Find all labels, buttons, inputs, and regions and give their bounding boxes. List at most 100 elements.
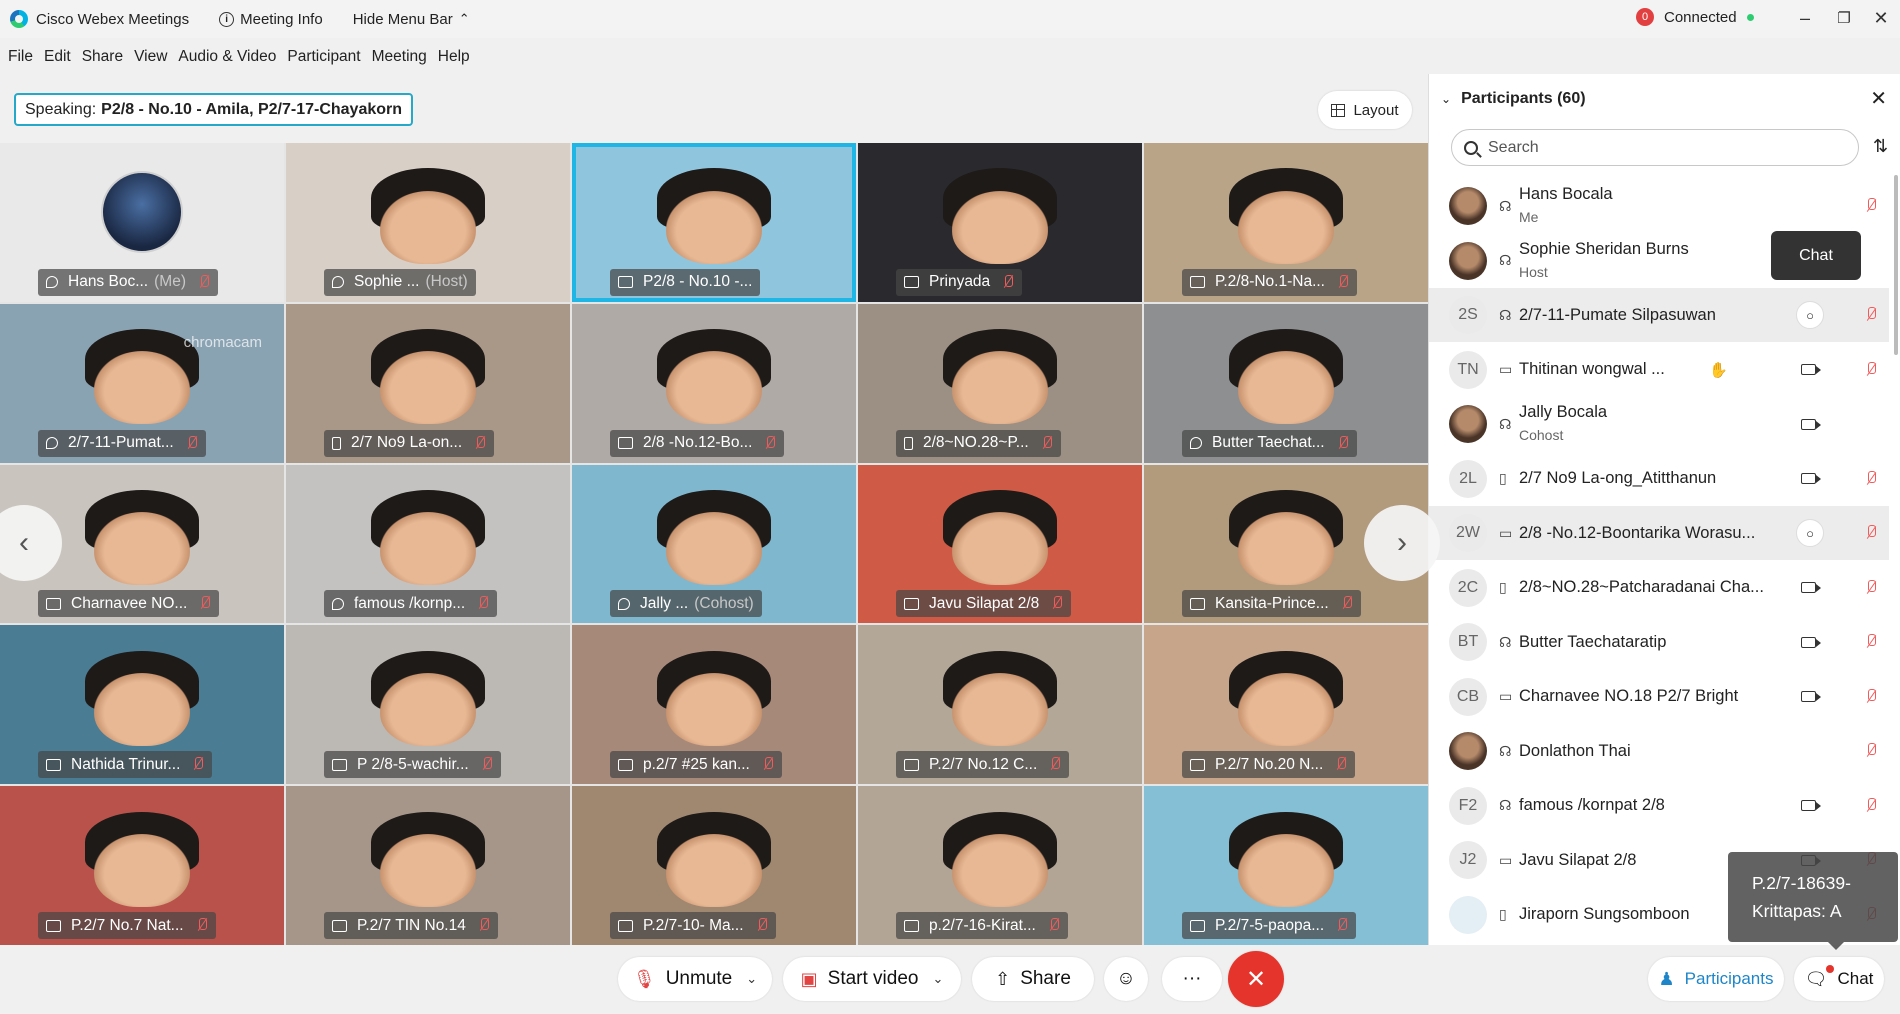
meeting-info-button[interactable]: i Meeting Info — [219, 11, 323, 28]
participant-row[interactable]: 2S ☊ 2/7-11-Pumate Silpasuwan ○ — [1429, 288, 1889, 342]
start-video-button[interactable]: ▣ Start video ⌄ — [783, 957, 961, 1001]
minimize-button[interactable]: – — [1790, 4, 1820, 32]
tile-name-label: Charnavee NO... — [38, 590, 220, 618]
menu-audio-video[interactable]: Audio & Video — [177, 46, 277, 68]
muted-mic-icon[interactable] — [1865, 198, 1877, 214]
video-tile[interactable]: 2/8~NO.28~P... — [858, 303, 1142, 463]
video-icon — [1190, 276, 1205, 289]
video-tile[interactable]: chromacam 2/7-11-Pumat... — [0, 303, 284, 463]
muted-mic-icon[interactable] — [1865, 470, 1877, 487]
video-tile[interactable]: 2/7 No9 La-on... — [286, 303, 570, 463]
chevron-down-icon[interactable]: ⌄ — [932, 971, 943, 987]
end-meeting-button[interactable]: ✕ — [1228, 951, 1284, 1007]
participant-row[interactable]: ☊ Donlathon Thai — [1429, 724, 1889, 778]
computer-audio-icon: ☊ — [1499, 306, 1512, 323]
muted-mic-icon[interactable] — [1865, 688, 1877, 705]
chat-bubble-icon: 🗨 — [1804, 968, 1828, 989]
hide-menu-bar-button[interactable]: Hide Menu Bar ⌃ — [353, 11, 470, 28]
avatar — [1449, 895, 1487, 934]
participant-list-scrollbar[interactable] — [1894, 175, 1898, 355]
next-page-button[interactable]: › — [1364, 505, 1440, 581]
menu-view[interactable]: View — [133, 46, 168, 68]
connection-status[interactable]: 0 Connected — [1636, 8, 1754, 26]
tile-name: Charnavee NO... — [71, 594, 188, 612]
participant-row[interactable]: CB ▭ Charnavee NO.18 P2/7 Bright — [1429, 670, 1889, 724]
muted-mic-icon[interactable] — [1865, 743, 1877, 759]
video-tile[interactable]: P.2/7-5-paopa... — [1144, 786, 1428, 945]
tile-name-label: Jally ... (Cohost) — [610, 590, 762, 618]
video-tile[interactable]: P.2/7 TIN No.14 — [286, 786, 570, 945]
participant-row[interactable]: F2 ☊ famous /kornpat 2/8 — [1429, 779, 1889, 833]
close-window-button[interactable]: ✕ — [1866, 4, 1896, 32]
participant-face — [93, 512, 191, 586]
video-device-icon: ▭ — [1499, 851, 1513, 868]
video-tile[interactable]: Jally ... (Cohost) — [572, 464, 856, 624]
video-tile[interactable]: Nathida Trinur... — [0, 625, 284, 785]
tooltip-line-2: Krittapas: A — [1752, 901, 1842, 921]
menu-help[interactable]: Help — [437, 46, 471, 68]
chat-button[interactable]: 🗨 Chat — [1794, 957, 1884, 1001]
phone-icon: ▯ — [1499, 470, 1507, 486]
tile-name-label: Butter Taechat... — [1182, 429, 1357, 457]
participants-button[interactable]: ♟ Participants — [1648, 957, 1784, 1001]
video-tile[interactable]: Javu Silapat 2/8 — [858, 464, 1142, 624]
video-tile[interactable]: famous /kornp... — [286, 464, 570, 624]
chevron-down-icon[interactable]: ⌄ — [746, 971, 757, 987]
video-tile[interactable]: 2/8 -No.12-Bo... — [572, 303, 856, 463]
participant-row[interactable]: ☊ Jally Bocala Cohost — [1429, 397, 1889, 451]
muted-mic-icon[interactable] — [1865, 361, 1877, 378]
participant-row[interactable]: ☊ Hans Bocala Me — [1429, 179, 1889, 233]
participant-row[interactable]: 2C ▯ 2/8~NO.28~Patcharadanai Cha... — [1429, 561, 1889, 615]
tile-name: P.2/7-5-paopa... — [1215, 916, 1325, 934]
menu-file[interactable]: File — [7, 46, 34, 68]
video-tile[interactable]: P 2/8-5-wachir... — [286, 625, 570, 785]
muted-mic-icon — [1337, 435, 1349, 451]
video-tile[interactable]: P.2/7 No.7 Nat... — [0, 786, 284, 945]
video-tile[interactable]: p.2/7 #25 kan... — [572, 625, 856, 785]
status-badge: 0 — [1636, 8, 1654, 26]
video-tile[interactable]: P.2/7-10- Ma... — [572, 786, 856, 945]
video-tile[interactable]: P.2/8-No.1-Na... — [1144, 143, 1428, 302]
muted-mic-icon[interactable] — [1865, 797, 1877, 814]
participant-face — [379, 351, 477, 425]
layout-button[interactable]: Layout — [1318, 91, 1412, 129]
participant-row[interactable]: 2W ▭ 2/8 -No.12-Boontarika Worasu... ○ — [1429, 506, 1889, 560]
menu-participant[interactable]: Participant — [286, 46, 361, 68]
video-tile[interactable]: P.2/7 No.12 C... — [858, 625, 1142, 785]
search-input[interactable]: Search — [1451, 129, 1859, 166]
more-options-button[interactable]: ··· — [1162, 957, 1222, 1001]
participants-header[interactable]: ⌄ Participants (60) ✕ — [1429, 74, 1900, 124]
participant-row[interactable]: TN ▭ Thitinan wongwal ... ✋ — [1429, 343, 1889, 397]
video-tile[interactable]: Hans Boc... (Me) — [0, 143, 284, 302]
muted-mic-icon[interactable] — [1865, 307, 1877, 323]
video-tile[interactable]: Butter Taechat... — [1144, 303, 1428, 463]
video-tile[interactable]: P.2/7 No.20 N... — [1144, 625, 1428, 785]
tile-name: 2/8~NO.28~P... — [923, 434, 1029, 452]
tile-name: P.2/7 No.7 Nat... — [71, 916, 184, 934]
chat-bubble-icon[interactable]: ○ — [1796, 301, 1824, 329]
menu-edit[interactable]: Edit — [43, 46, 72, 68]
close-panel-button[interactable]: ✕ — [1870, 86, 1887, 111]
video-tile[interactable]: Sophie ... (Host) — [286, 143, 570, 302]
muted-mic-icon[interactable] — [1865, 579, 1877, 596]
video-tile[interactable]: P2/8 - No.10 -... — [572, 143, 856, 302]
participant-row[interactable]: 2L ▯ 2/7 No9 La-ong_Atitthanun — [1429, 452, 1889, 506]
chat-bubble-icon[interactable]: ○ — [1796, 519, 1824, 547]
restore-button[interactable]: ❐ — [1829, 4, 1859, 32]
reactions-button[interactable]: ☺ — [1104, 957, 1148, 1001]
video-tile[interactable]: p.2/7-16-Kirat... — [858, 786, 1142, 945]
participant-row[interactable]: BT ☊ Butter Taechataratip — [1429, 615, 1889, 669]
muted-mic-icon[interactable] — [1865, 634, 1877, 650]
avatar: 2C — [1449, 568, 1487, 607]
start-video-label: Start video — [827, 968, 919, 989]
phone-icon: ▯ — [1499, 906, 1507, 922]
menu-share[interactable]: Share — [81, 46, 124, 68]
share-button[interactable]: ⇧ Share — [972, 957, 1094, 1001]
menu-meeting[interactable]: Meeting — [371, 46, 428, 68]
unmute-button[interactable]: 🎙 Unmute ⌄ — [618, 957, 772, 1001]
video-tile[interactable]: Prinyada — [858, 143, 1142, 302]
muted-mic-icon[interactable] — [1865, 525, 1877, 541]
sort-icon[interactable]: ⇅ — [1873, 136, 1888, 157]
tile-name-label: p.2/7 #25 kan... — [610, 751, 782, 779]
microphone-muted-icon: 🎙 — [632, 968, 656, 989]
